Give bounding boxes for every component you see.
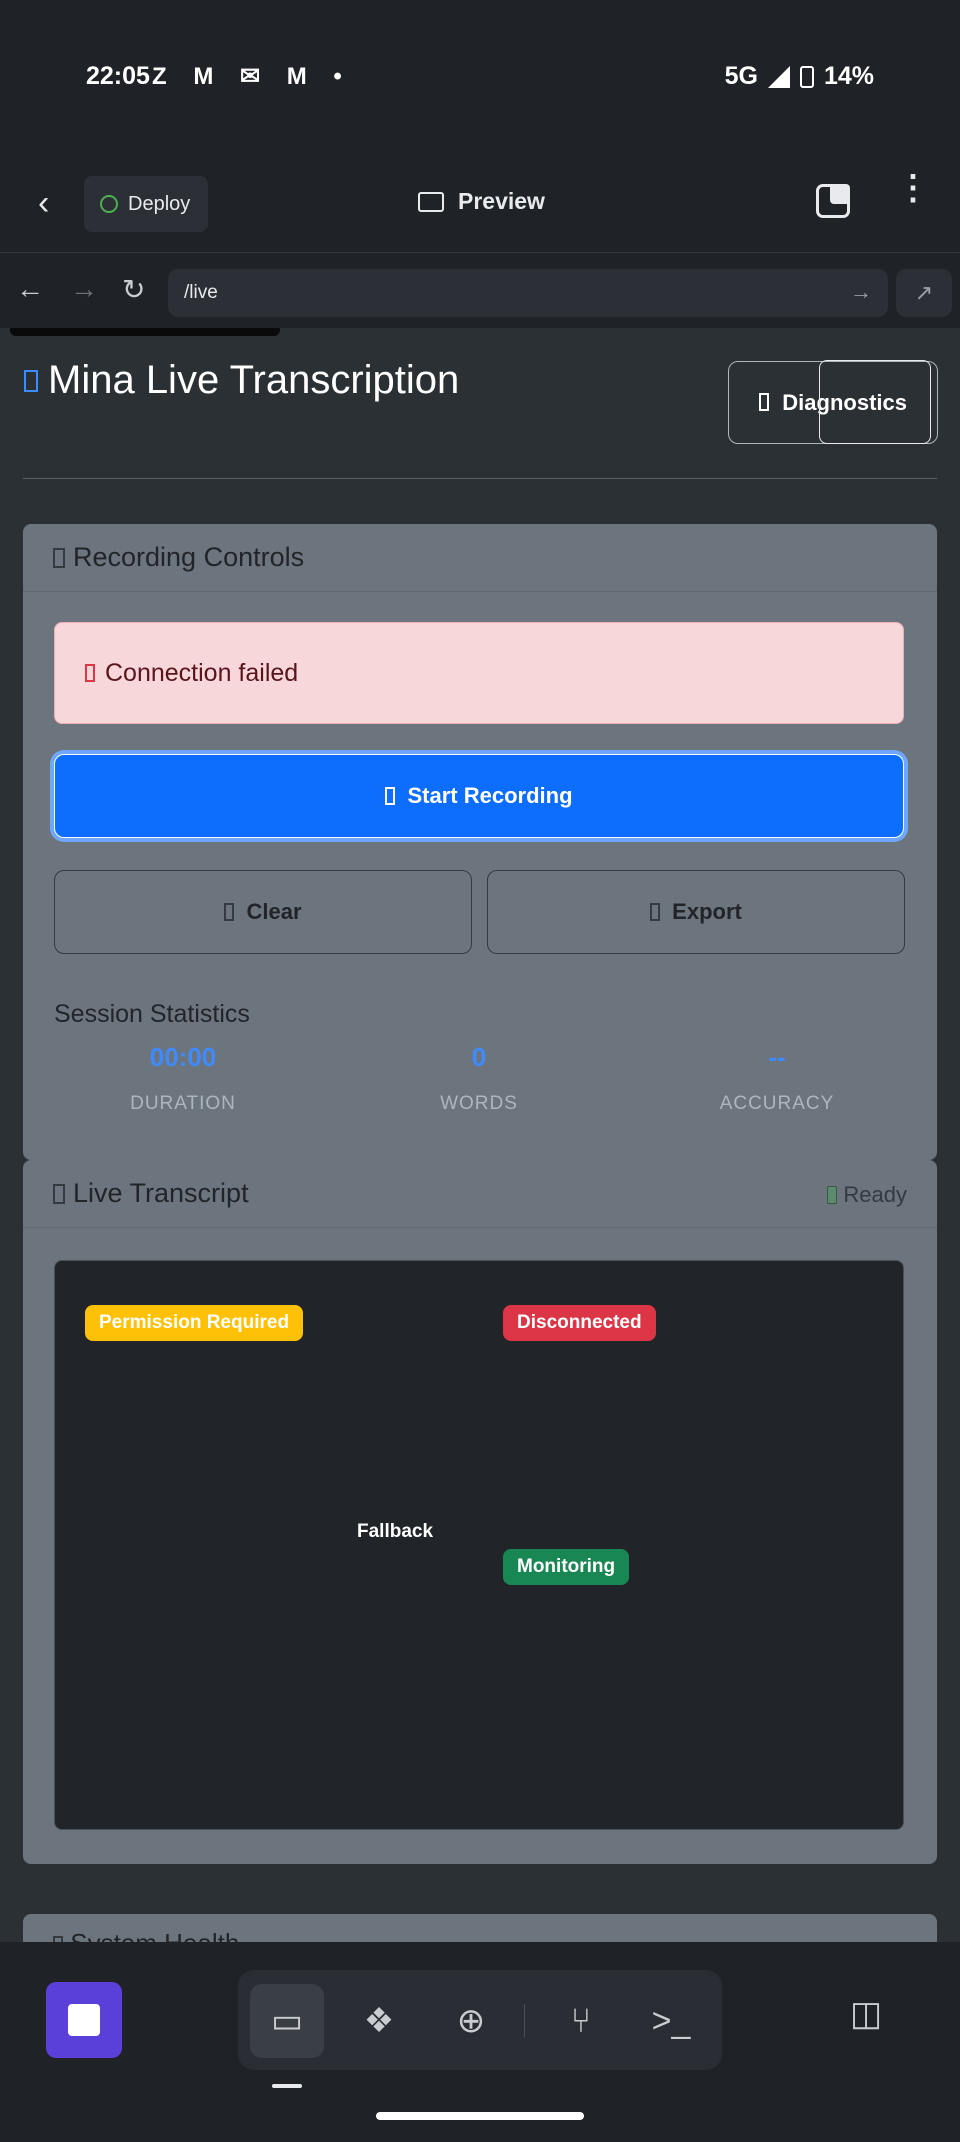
nav-back-icon[interactable]: ← [16, 273, 44, 305]
fallback-badge: Fallback [357, 1521, 434, 1542]
status-indicator-icon [827, 1186, 838, 1204]
tabs-icon[interactable] [816, 184, 850, 218]
active-tab-indicator [272, 2084, 302, 2088]
stat-value: 00:00 [149, 1042, 217, 1072]
status-text: Ready [843, 1182, 907, 1207]
web-page: Mina Live Transcription Diagnostics Reco… [0, 328, 960, 1942]
transcript-icon [53, 1183, 65, 1204]
url-input[interactable]: /live → [168, 269, 888, 317]
clear-label: Clear [246, 899, 302, 924]
sidebar-toggle-icon[interactable]: ◫ [850, 1994, 882, 2034]
trash-icon [224, 903, 235, 921]
url-text: /live [184, 282, 218, 303]
connection-alert: Connection failed [54, 622, 904, 724]
alert-icon [85, 664, 95, 682]
notification-icons: Z M ✉ M • [152, 63, 352, 90]
download-icon [650, 903, 661, 921]
card-header: Live Transcript [23, 1160, 937, 1228]
bottom-toolbar: ▭ ❖ ⊕ ⑂ >_ ◫ [0, 1942, 960, 2142]
transcript-area[interactable]: Permission Required Disconnected Fallbac… [54, 1260, 904, 1830]
browser-toolbar: ← → ↻ /live → ↗ [0, 252, 960, 328]
stat-value: -- [768, 1042, 786, 1072]
permission-badge: Permission Required [85, 1305, 304, 1341]
export-label: Export [672, 899, 742, 924]
stat-label: WORDS [440, 1093, 518, 1114]
open-external-icon[interactable]: ↗ [896, 269, 952, 317]
page-title: Mina Live Transcription [24, 358, 459, 403]
disconnected-badge: Disconnected [503, 1305, 656, 1341]
export-button[interactable]: Export [487, 870, 905, 954]
status-time: 22:05 [86, 62, 150, 90]
recording-controls-card: Recording Controls Connection failed Sta… [23, 524, 937, 1160]
divider [23, 478, 937, 479]
top-strip [10, 328, 280, 336]
transcript-status: Ready [827, 1182, 907, 1208]
stat-value: 0 [471, 1042, 487, 1072]
desktop-icon[interactable]: ▭ [250, 1984, 324, 2058]
page-title-text: Mina Live Transcription [48, 358, 460, 402]
diagnostics-dropdown[interactable]: Diagnostics [728, 360, 938, 444]
record-icon [385, 787, 396, 805]
system-health-card: System Health [23, 1914, 937, 1942]
status-bar: 22:05 Z M ✉ M • 5G 14% [0, 0, 960, 150]
card-title: Live Transcript [73, 1178, 249, 1208]
live-transcript-card: Live Transcript Ready Permission Require… [23, 1160, 937, 1864]
card-title: System Health [70, 1928, 239, 1942]
stats-title: Session Statistics [54, 1000, 250, 1028]
stat-duration: 00:00 DURATION [63, 1042, 303, 1115]
signal-icon [767, 65, 790, 88]
preview-tab[interactable]: Preview [418, 188, 545, 215]
deploy-label: Deploy [128, 192, 191, 215]
app-bar: ‹ Deploy Preview ⋮ [0, 160, 960, 250]
stat-accuracy: -- ACCURACY [657, 1042, 897, 1115]
preview-label: Preview [458, 188, 545, 214]
tool-group: ▭ ❖ ⊕ ⑂ >_ [238, 1970, 722, 2070]
git-icon[interactable]: ⑂ [544, 1984, 618, 2058]
reload-icon[interactable]: ↻ [122, 273, 145, 306]
monitoring-badge: Monitoring [503, 1549, 630, 1585]
back-icon[interactable]: ‹ [38, 184, 49, 223]
home-indicator[interactable] [376, 2112, 584, 2120]
microphone-icon [24, 369, 38, 392]
start-recording-button[interactable]: Start Recording [54, 754, 904, 838]
battery-percent: 14% [823, 62, 874, 90]
network-label: 5G [724, 62, 758, 90]
apps-icon[interactable]: ❖ [342, 1984, 416, 2058]
controls-icon [53, 547, 65, 568]
battery-icon [799, 65, 814, 88]
clear-button[interactable]: Clear [54, 870, 472, 954]
more-options-icon[interactable]: ⋮ [896, 171, 930, 205]
start-recording-label: Start Recording [407, 783, 573, 808]
tool-separator [524, 2004, 525, 2038]
status-right: 5G 14% [725, 62, 874, 91]
nav-forward-icon[interactable]: → [70, 273, 98, 305]
deploy-globe-icon[interactable]: ⊕ [434, 1984, 508, 2058]
deploy-icon [100, 195, 118, 213]
diagnostics-icon [759, 393, 769, 411]
card-header: Recording Controls [23, 524, 937, 592]
stop-button[interactable] [46, 1982, 122, 2058]
stat-label: DURATION [130, 1093, 236, 1114]
card-title: Recording Controls [73, 542, 305, 572]
alert-text: Connection failed [105, 658, 299, 687]
deploy-button[interactable]: Deploy [84, 176, 208, 232]
stat-label: ACCURACY [719, 1093, 835, 1114]
terminal-icon[interactable]: >_ [634, 1984, 708, 2058]
monitor-icon [418, 191, 444, 212]
stat-words: 0 WORDS [359, 1042, 599, 1115]
diagnostics-toggle[interactable] [819, 360, 931, 444]
go-icon[interactable]: → [850, 279, 872, 305]
